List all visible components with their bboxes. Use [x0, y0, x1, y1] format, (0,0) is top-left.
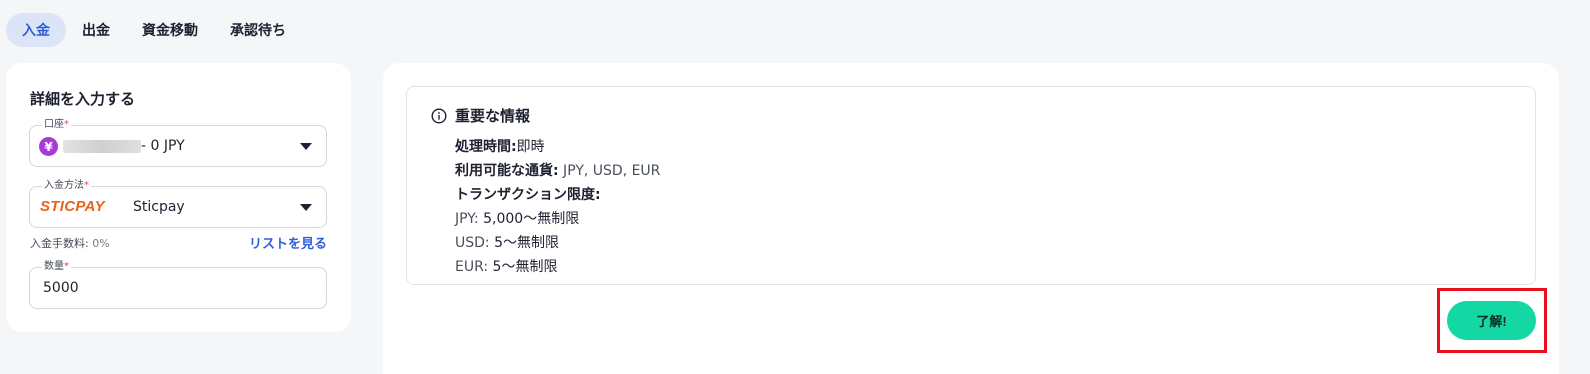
yen-icon: ¥ — [39, 137, 58, 156]
tab-transfer[interactable]: 資金移動 — [126, 13, 214, 47]
amount-label: 数量* — [42, 260, 71, 274]
deposit-form-panel: 詳細を入力する 口座* ¥ - 0 JPY 入金方法* STICPAY Stic… — [6, 63, 351, 332]
caret-down-icon — [300, 143, 312, 150]
deposit-fee: 入金手数料: 0% — [30, 237, 110, 250]
masked-account-number — [63, 140, 141, 153]
account-label: 口座* — [42, 118, 71, 132]
processing-time: 処理時間:即時 — [455, 139, 545, 155]
tab-withdraw[interactable]: 出金 — [66, 13, 126, 47]
important-info-box: 重要な情報 処理時間:即時 利用可能な通貨: JPY, USD, EUR トラン… — [406, 86, 1536, 285]
deposit-method-select[interactable]: 入金方法* STICPAY Sticpay — [29, 179, 327, 228]
tab-deposit[interactable]: 入金 — [6, 13, 66, 47]
limit-usd: USD: 5〜無制限 — [455, 235, 559, 251]
transaction-limits-label: トランザクション限度: — [455, 187, 601, 203]
sticpay-logo: STICPAY — [40, 198, 105, 215]
info-title: 重要な情報 — [455, 107, 531, 125]
account-select[interactable]: 口座* ¥ - 0 JPY — [29, 118, 327, 167]
ok-button[interactable]: 了解! — [1447, 301, 1536, 340]
top-tab-bar: 入金 出金 資金移動 承認待ち — [6, 13, 302, 47]
info-icon — [431, 108, 447, 124]
amount-input[interactable] — [43, 278, 313, 298]
account-balance: - 0 JPY — [141, 138, 185, 154]
info-lines: 処理時間:即時 利用可能な通貨: JPY, USD, EUR トランザクション限… — [455, 135, 660, 279]
limit-eur: EUR: 5〜無制限 — [455, 259, 558, 275]
view-list-link[interactable]: リストを見る — [249, 233, 327, 252]
method-label: 入金方法* — [42, 179, 91, 193]
available-currencies: 利用可能な通貨: JPY, USD, EUR — [455, 163, 661, 179]
form-title: 詳細を入力する — [30, 90, 136, 108]
method-value: Sticpay — [133, 199, 185, 215]
amount-field[interactable]: 数量* — [29, 260, 327, 309]
limit-jpy: JPY: 5,000〜無制限 — [455, 211, 580, 227]
caret-down-icon — [300, 204, 312, 211]
tab-pending[interactable]: 承認待ち — [214, 13, 302, 47]
info-panel: 重要な情報 処理時間:即時 利用可能な通貨: JPY, USD, EUR トラン… — [383, 63, 1559, 374]
